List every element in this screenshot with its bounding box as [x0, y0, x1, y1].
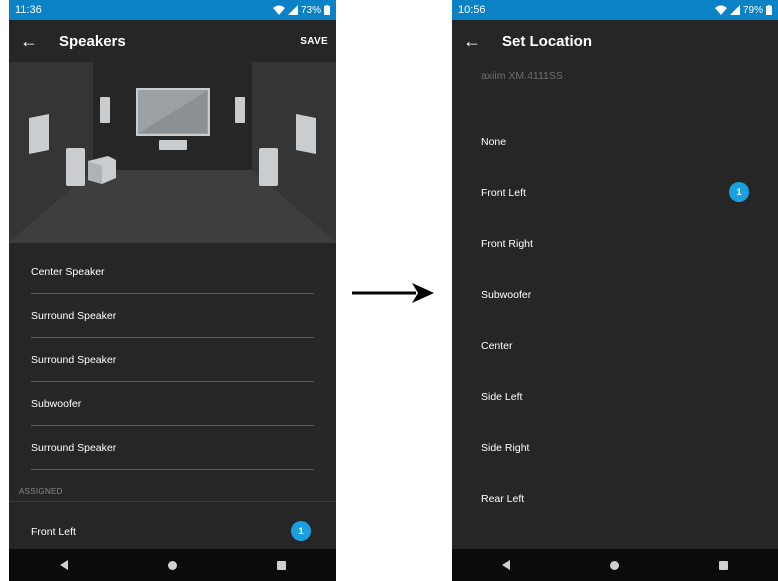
speakers-screen: 11:36 73% ← Speakers SAVE Center Speaker…	[9, 0, 336, 581]
list-item[interactable]: Surround Speaker	[9, 294, 336, 338]
nav-recent-button[interactable]	[704, 549, 744, 581]
wifi-icon	[272, 5, 285, 15]
back-arrow-icon[interactable]: ←	[9, 20, 49, 62]
set-location-screen: 10:56 79% ← Set Location axiim XM.4111SS…	[452, 0, 778, 581]
floor-left-tower-graphic	[66, 148, 85, 186]
side-right-speaker-graphic	[296, 114, 316, 154]
battery-icon	[324, 5, 330, 15]
back-arrow-icon[interactable]: ←	[452, 20, 492, 62]
status-indicators: 79%	[714, 4, 772, 16]
location-list: None Front Left 1 Front Right Subwoofer …	[452, 116, 778, 524]
nav-home-button[interactable]	[153, 549, 193, 581]
location-label: Subwoofer	[481, 288, 532, 301]
location-option-side-left[interactable]: Side Left	[452, 371, 778, 422]
signal-icon	[287, 5, 298, 15]
save-button[interactable]: SAVE	[300, 36, 328, 47]
assigned-item-label: Front Left	[31, 526, 76, 538]
list-item-label: Center Speaker	[31, 266, 105, 278]
list-item-label: Surround Speaker	[31, 442, 117, 454]
nav-home-button[interactable]	[595, 549, 635, 581]
room-illustration	[9, 62, 336, 242]
triangle-back-icon	[59, 560, 68, 570]
list-item[interactable]: Subwoofer	[9, 382, 336, 426]
location-option-rear-left[interactable]: Rear Left	[452, 473, 778, 524]
assignment-badge: 1	[291, 521, 311, 541]
page-title: Set Location	[502, 32, 593, 50]
room-svg	[9, 62, 336, 242]
list-item[interactable]: Surround Speaker	[9, 426, 336, 470]
nav-back-button[interactable]	[486, 549, 526, 581]
divider	[9, 501, 336, 502]
location-label: Center	[481, 339, 513, 352]
center-speaker-graphic	[159, 140, 187, 150]
app-bar: ← Speakers SAVE	[9, 20, 336, 62]
system-nav-bar	[452, 549, 778, 581]
assigned-section-label: ASSIGNED	[19, 487, 63, 496]
page-title: Speakers	[59, 32, 126, 50]
app-bar: ← Set Location	[452, 20, 778, 62]
status-time: 11:36	[15, 4, 42, 16]
status-time: 10:56	[458, 4, 486, 16]
location-option-front-left[interactable]: Front Left 1	[452, 167, 778, 218]
transition-arrow	[352, 281, 434, 305]
list-item-label: Surround Speaker	[31, 354, 117, 366]
speaker-list: Center Speaker Surround Speaker Surround…	[9, 250, 336, 470]
list-item-label: Surround Speaker	[31, 310, 117, 322]
system-nav-bar	[9, 549, 336, 581]
square-recent-icon	[719, 560, 729, 570]
side-left-speaker-graphic	[29, 114, 49, 154]
arrow-right-icon	[352, 283, 434, 303]
location-option-center[interactable]: Center	[452, 320, 778, 371]
triangle-back-icon	[502, 560, 511, 570]
nav-recent-button[interactable]	[262, 549, 302, 581]
front-right-speaker-graphic	[235, 97, 245, 123]
battery-percent: 73%	[300, 4, 321, 16]
list-item[interactable]: Surround Speaker	[9, 338, 336, 382]
assigned-item-front-left[interactable]: Front Left 1	[9, 515, 336, 549]
signal-icon	[729, 5, 740, 15]
device-name: axiim XM.4111SS	[481, 70, 563, 82]
divider	[9, 242, 336, 243]
battery-percent: 79%	[742, 4, 763, 16]
location-option-none[interactable]: None	[452, 116, 778, 167]
list-item[interactable]: Center Speaker	[9, 250, 336, 294]
location-label: Front Right	[481, 237, 533, 250]
floor-right-tower-graphic	[259, 148, 278, 186]
assignment-badge: 1	[729, 182, 749, 202]
battery-icon	[766, 5, 772, 15]
location-label: Front Left	[481, 186, 526, 199]
circle-home-icon	[168, 560, 177, 570]
wifi-icon	[714, 5, 727, 15]
location-option-subwoofer[interactable]: Subwoofer	[452, 269, 778, 320]
status-indicators: 73%	[272, 4, 330, 16]
location-option-side-right[interactable]: Side Right	[452, 422, 778, 473]
location-option-front-right[interactable]: Front Right	[452, 218, 778, 269]
circle-home-icon	[610, 560, 620, 570]
front-left-speaker-graphic	[100, 97, 110, 123]
status-bar: 11:36 73%	[9, 0, 336, 20]
comparison-stage: 11:36 73% ← Speakers SAVE Center Speaker…	[0, 0, 778, 581]
location-label: Rear Left	[481, 492, 525, 505]
list-item-label: Subwoofer	[31, 398, 82, 410]
location-label: None	[481, 135, 507, 148]
nav-back-button[interactable]	[44, 549, 84, 581]
location-label: Side Right	[481, 441, 530, 454]
square-recent-icon	[277, 560, 286, 570]
status-bar: 10:56 79%	[452, 0, 778, 20]
location-label: Side Left	[481, 390, 523, 403]
